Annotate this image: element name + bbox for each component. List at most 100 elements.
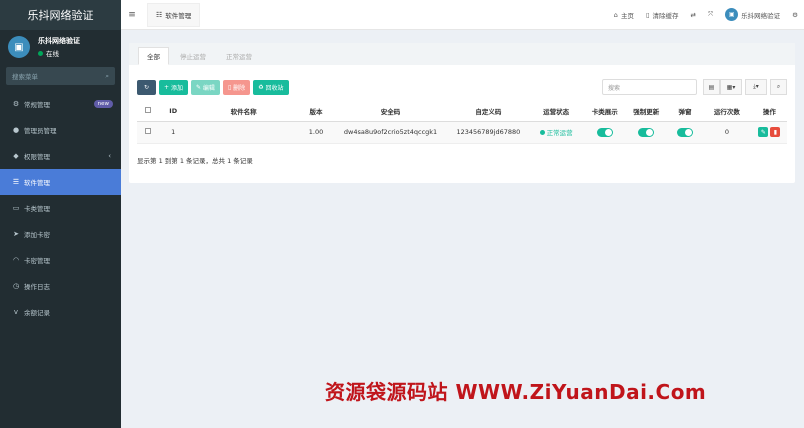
select-all-header[interactable]	[137, 101, 160, 122]
list-icon: ☰	[12, 178, 20, 186]
menu-toggle-icon[interactable]: ≡	[121, 10, 143, 20]
delete-button[interactable]: ▯ 删除	[222, 79, 251, 95]
sidebar-item-label: 操作日志	[24, 283, 50, 291]
edit-button[interactable]: ✎ 编辑	[190, 79, 220, 95]
sidebar-item-label: 权限管理	[24, 153, 50, 161]
user-icon: ●	[12, 126, 20, 134]
recycle-icon: ♻	[258, 83, 264, 91]
row-edit-button[interactable]: ✎	[758, 127, 769, 137]
cell-force-update[interactable]	[624, 121, 668, 144]
status-label: 正常运营	[546, 129, 573, 137]
sidebar-item-card-management[interactable]: ◠ 卡密管理	[0, 247, 121, 273]
cell-status[interactable]: 正常运营	[527, 121, 586, 144]
search-icon[interactable]: ⌕	[105, 72, 109, 81]
rss-icon: ◠	[12, 256, 20, 264]
sidebar-search-placeholder: 搜索菜单	[12, 73, 38, 81]
gears-icon: ⚙	[12, 100, 20, 108]
toggle-view-button[interactable]: ▤	[703, 79, 720, 95]
tab-normal[interactable]: 正常运营	[217, 47, 261, 65]
cell-popup[interactable]	[667, 121, 703, 144]
tab-all[interactable]: 全部	[138, 47, 169, 65]
row-select-cell[interactable]	[137, 121, 160, 144]
sidebar-item-label: 软件管理	[24, 179, 50, 187]
sidebar-item-permissions[interactable]: ◆ 权限管理 ‹	[0, 143, 121, 169]
status-badge[interactable]: 正常运营	[539, 127, 573, 137]
fullscreen-button[interactable]: ⤧	[702, 10, 719, 19]
delete-label: 删除	[233, 84, 246, 92]
chevron-left-icon: ‹	[108, 152, 111, 160]
trash-icon: ▯	[227, 83, 232, 91]
status-dot-icon	[539, 129, 545, 135]
user-status-label: 在线	[46, 50, 59, 58]
user-panel: ▣ 乐抖网络验证 在线	[0, 30, 121, 64]
column-header[interactable]: 强制更新	[624, 101, 668, 122]
plus-icon: +	[164, 83, 170, 91]
filter-tabs: 全部 停止运营 正常运营	[129, 43, 795, 65]
table-search-input[interactable]: 搜索	[602, 79, 697, 95]
cell-card-display[interactable]	[585, 121, 625, 144]
row-checkbox[interactable]	[145, 128, 152, 134]
fullscreen-icon: ⤧	[707, 10, 714, 18]
table-toolbar: ↻ + 添加 ✎ 编辑 ▯ 删除 ♻ 回收站 搜索 ▤ ▦▾ ⤓▾ ⌕	[137, 79, 787, 95]
column-header[interactable]: 自定义码	[449, 101, 528, 122]
column-header[interactable]: 软件名称	[186, 101, 301, 122]
software-table: ID 软件名称 版本 安全码 自定义码 运营状态 卡类展示 强制更新 弹窗 运行…	[137, 101, 787, 144]
settings-button[interactable]: ⚙	[786, 11, 804, 19]
force-update-toggle[interactable]	[638, 127, 655, 137]
column-header[interactable]: 安全码	[331, 101, 450, 122]
column-header[interactable]: 卡类展示	[585, 101, 625, 122]
add-button[interactable]: + 添加	[159, 79, 188, 95]
home-label: 主页	[620, 11, 634, 20]
sidebar-item-card-types[interactable]: ▭ 卡类管理	[0, 195, 121, 221]
column-header[interactable]: 弹窗	[667, 101, 703, 122]
clear-cache-button[interactable]: ▯ 清除缓存	[640, 10, 685, 20]
sidebar-item-label: 余额记录	[24, 309, 50, 317]
sidebar-search-input[interactable]: 搜索菜单 ⌕	[6, 67, 115, 85]
column-header[interactable]: 运行次数	[702, 101, 752, 122]
refresh-button[interactable]: ↻	[137, 79, 156, 95]
search-icon: ⌕	[776, 83, 781, 90]
column-header[interactable]: ID	[159, 101, 187, 122]
sidebar-item-general[interactable]: ⚙ 常规管理 new	[0, 91, 121, 117]
columns-button[interactable]: ▦▾	[720, 79, 742, 95]
avatar: ▣	[725, 8, 739, 21]
column-header[interactable]: 版本	[300, 101, 332, 122]
tab-stopped[interactable]: 停止运营	[171, 47, 215, 65]
add-label: 添加	[170, 84, 183, 92]
cell-name	[186, 121, 301, 144]
refresh-icon: ↻	[143, 83, 150, 91]
advanced-search-button[interactable]: ⌕	[770, 79, 787, 95]
send-icon: ➤	[13, 230, 19, 238]
cell-id: 1	[159, 121, 187, 144]
home-link[interactable]: ⌂ 主页	[608, 10, 640, 20]
trash-icon: ▮	[773, 128, 778, 136]
translate-button[interactable]: ⇄	[685, 11, 702, 19]
watermark-text: 资源袋源码站 WWW.ZiYuanDai.Com	[325, 380, 707, 404]
column-header[interactable]: 运营状态	[527, 101, 586, 122]
sidebar-item-logs[interactable]: ◷ 操作日志	[0, 273, 121, 299]
search-placeholder: 搜索	[608, 84, 621, 92]
cell-version: 1.00	[300, 121, 332, 144]
user-menu[interactable]: ▣ 乐抖网络验证	[719, 8, 786, 21]
tab-software[interactable]: ☷ 软件管理	[147, 2, 201, 27]
sidebar-item-label: 添加卡密	[24, 231, 50, 239]
export-button[interactable]: ⤓▾	[745, 79, 767, 95]
popup-toggle[interactable]	[676, 127, 693, 137]
card-display-toggle[interactable]	[596, 127, 613, 137]
user-name: 乐抖网络验证	[38, 37, 80, 45]
table-header-row: ID 软件名称 版本 安全码 自定义码 运营状态 卡类展示 强制更新 弹窗 运行…	[137, 101, 787, 122]
sidebar-item-software[interactable]: ☰ 软件管理	[0, 169, 121, 195]
column-header: 操作	[751, 101, 787, 122]
translate-icon: ⇄	[690, 10, 696, 19]
row-delete-button[interactable]: ▮	[770, 127, 781, 137]
new-badge: new	[93, 100, 113, 108]
pencil-icon: ✎	[760, 128, 766, 136]
sidebar-item-admin[interactable]: ● 管理员管理	[0, 117, 121, 143]
sidebar-item-add-card[interactable]: ➤ 添加卡密	[0, 221, 121, 247]
sidebar-item-balance[interactable]: v 余额记录	[0, 299, 121, 325]
app-title[interactable]: 乐抖网络验证	[0, 0, 121, 30]
table-row[interactable]: 1 1.00 dw4sa8u9of2crio5zt4qccgk1 1234567…	[137, 121, 787, 144]
vimeo-icon: v	[13, 308, 19, 316]
select-all-checkbox[interactable]	[145, 106, 152, 113]
recycle-bin-button[interactable]: ♻ 回收站	[253, 79, 289, 95]
